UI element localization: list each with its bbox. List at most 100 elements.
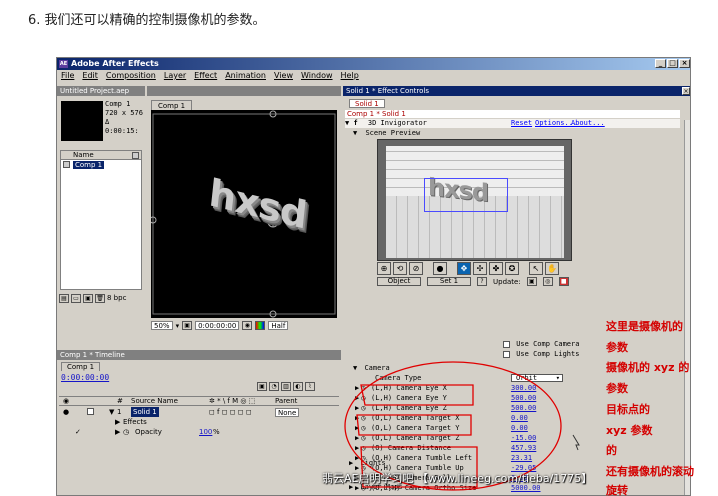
scene-preview-row[interactable]: ▼ Scene Preview: [345, 129, 420, 138]
minimize-button[interactable]: _: [655, 59, 666, 68]
comp-flowchart-icon[interactable]: ▣: [257, 382, 267, 391]
param-value[interactable]: 300.00: [511, 383, 536, 393]
layer-switches-icons[interactable]: ◻ f ◻ ◻ ◻ ◻: [209, 407, 252, 417]
update-frame-icon[interactable]: ▣: [526, 277, 537, 286]
menu-layer[interactable]: Layer: [164, 70, 186, 82]
zoom-dropdown[interactable]: 50%: [151, 321, 173, 330]
project-list-header[interactable]: Name: [61, 151, 141, 160]
eye-icon[interactable]: ◉: [63, 397, 69, 406]
use-comp-camera-row[interactable]: Use Comp Camera: [503, 340, 579, 349]
comp-tab[interactable]: Comp 1: [151, 100, 193, 110]
panel-close-icon[interactable]: ×: [682, 87, 690, 95]
use-comp-lights-checkbox[interactable]: [503, 350, 510, 358]
param-value[interactable]: 500.00: [511, 393, 536, 403]
param-row[interactable]: ▶ ◷ (O,L) Camera Target X 0.00: [345, 413, 528, 423]
shy-icon[interactable]: ◔: [269, 382, 279, 391]
menu-file[interactable]: File: [61, 70, 74, 82]
channel-icon[interactable]: [255, 321, 266, 330]
param-row[interactable]: ▶ ◷ (L,H) Camera Eye Y 500.00: [345, 393, 536, 403]
motion-blur-icon[interactable]: ◐: [293, 382, 303, 391]
menu-composition[interactable]: Composition: [106, 70, 156, 82]
menu-window[interactable]: Window: [301, 70, 333, 82]
menu-effect[interactable]: Effect: [194, 70, 217, 82]
new-comp-icon[interactable]: ▣: [83, 294, 93, 303]
use-comp-camera-checkbox[interactable]: [503, 340, 510, 348]
pan-tool-icon[interactable]: ✣: [473, 262, 487, 275]
effect-layer-tab[interactable]: Solid 1: [349, 99, 385, 108]
menu-edit[interactable]: Edit: [82, 70, 98, 82]
lights-row[interactable]: ▶ Lights: [349, 458, 386, 468]
timeline-effects-row[interactable]: ▶ Effects: [59, 417, 339, 427]
update-stop-icon[interactable]: ■: [558, 277, 569, 286]
timecode-field[interactable]: 0:00:00:00: [195, 321, 240, 330]
interpret-footage-icon[interactable]: ▤: [59, 294, 69, 303]
param-value[interactable]: 23.31: [511, 453, 532, 463]
parent-dropdown[interactable]: None: [275, 408, 300, 417]
stopwatch-icon[interactable]: ◷: [361, 444, 365, 452]
render-sphere-icon[interactable]: ●: [433, 262, 447, 275]
update-live-icon[interactable]: ◎: [542, 277, 553, 286]
stopwatch-icon[interactable]: ◷: [361, 384, 365, 392]
use-comp-lights-row[interactable]: Use Comp Lights: [503, 350, 579, 359]
param-row[interactable]: ▶ ◷ (O) Camera Distance 457.93: [345, 443, 536, 453]
new-folder-icon[interactable]: ▭: [71, 294, 81, 303]
set-dropdown[interactable]: Set 1: [427, 277, 471, 286]
camera-move-icon[interactable]: ⊕: [377, 262, 391, 275]
stopwatch-icon[interactable]: ◷: [361, 404, 365, 412]
chevron-down-icon[interactable]: ▾: [176, 322, 180, 330]
param-row[interactable]: ▶ ◷ (O,L) Camera Target Y 0.00: [345, 423, 528, 433]
timeline-tab[interactable]: Comp 1: [61, 362, 101, 371]
maximize-button[interactable]: □: [667, 59, 678, 68]
plugin-row[interactable]: ▼ f 3D Invigorator Reset Options... Abou…: [345, 119, 680, 128]
expand-triangle-icon[interactable]: ▶: [355, 404, 359, 412]
dolly-tool-icon[interactable]: ✤: [489, 262, 503, 275]
param-value[interactable]: -15.00: [511, 433, 536, 443]
expand-triangle-icon[interactable]: ▶: [355, 434, 359, 442]
camera-zoom-icon[interactable]: ⊘: [409, 262, 423, 275]
scene-preview-viewport[interactable]: hxsd: [377, 139, 572, 261]
video-toggle-icon[interactable]: ●: [63, 407, 69, 417]
expand-triangle-icon[interactable]: ▶: [355, 384, 359, 392]
expand-triangle-icon[interactable]: ▶: [115, 427, 120, 437]
expand-triangle-icon[interactable]: ▶: [349, 459, 353, 467]
camera-group-row[interactable]: ▼ Camera: [345, 363, 390, 373]
bit-depth-label[interactable]: 8 bpc: [107, 294, 126, 303]
expand-triangle-icon[interactable]: ▼ f: [345, 119, 358, 127]
param-value[interactable]: 500.00: [511, 403, 536, 413]
object-dropdown[interactable]: Object: [377, 277, 421, 286]
project-item-comp1[interactable]: Comp 1: [61, 160, 141, 170]
expand-triangle-icon[interactable]: ▶: [115, 417, 120, 427]
timeline-layer-row[interactable]: ● ▼ 1 Solid 1 ◻ f ◻ ◻ ◻ ◻ None: [59, 407, 339, 417]
camera-rotate-icon[interactable]: ⟲: [393, 262, 407, 275]
camera-type-dropdown[interactable]: Orbit ▾: [511, 374, 563, 382]
param-row[interactable]: ▶ ◷ (O,L) Camera Target Z -15.00: [345, 433, 536, 443]
stopwatch-icon[interactable]: ◷: [361, 434, 365, 442]
snapshot-icon[interactable]: ◉: [242, 321, 253, 330]
expand-triangle-icon[interactable]: ▶: [355, 424, 359, 432]
close-button[interactable]: ×: [679, 59, 690, 68]
param-value[interactable]: 457.93: [511, 443, 536, 453]
hand-tool-icon[interactable]: ✋: [545, 262, 559, 275]
collapse-triangle-icon[interactable]: ▼: [353, 364, 357, 372]
param-value[interactable]: 0.00: [511, 413, 528, 423]
timeline-opacity-value[interactable]: 100: [199, 427, 212, 437]
about-link[interactable]: About...: [571, 119, 605, 128]
checkmark-icon[interactable]: ✓: [75, 427, 81, 437]
help-button[interactable]: ?: [477, 277, 487, 286]
expand-triangle-icon[interactable]: ▶: [355, 444, 359, 452]
collapse-triangle-icon[interactable]: ▼: [109, 407, 114, 417]
trash-icon[interactable]: 🗑: [95, 294, 105, 303]
stopwatch-icon[interactable]: ◷: [123, 427, 129, 437]
param-value[interactable]: 0.00: [511, 423, 528, 433]
param-row[interactable]: ▶ ◷ (L,H) Camera Eye X 300.00: [345, 383, 536, 393]
label-color-icon[interactable]: [87, 408, 94, 415]
safe-zone-icon[interactable]: ▣: [182, 321, 193, 330]
effect-controls-scrollbar[interactable]: [684, 120, 690, 495]
collapse-triangle-icon[interactable]: ▼: [353, 129, 357, 137]
graph-icon[interactable]: ⌇: [305, 382, 315, 391]
frame-blend-icon[interactable]: ▥: [281, 382, 291, 391]
param-row[interactable]: ▶ ◷ (L,H) Camera Eye Z 500.00: [345, 403, 536, 413]
menu-view[interactable]: View: [274, 70, 293, 82]
select-arrow-icon[interactable]: ↖: [529, 262, 543, 275]
stopwatch-icon[interactable]: ◷: [361, 394, 365, 402]
